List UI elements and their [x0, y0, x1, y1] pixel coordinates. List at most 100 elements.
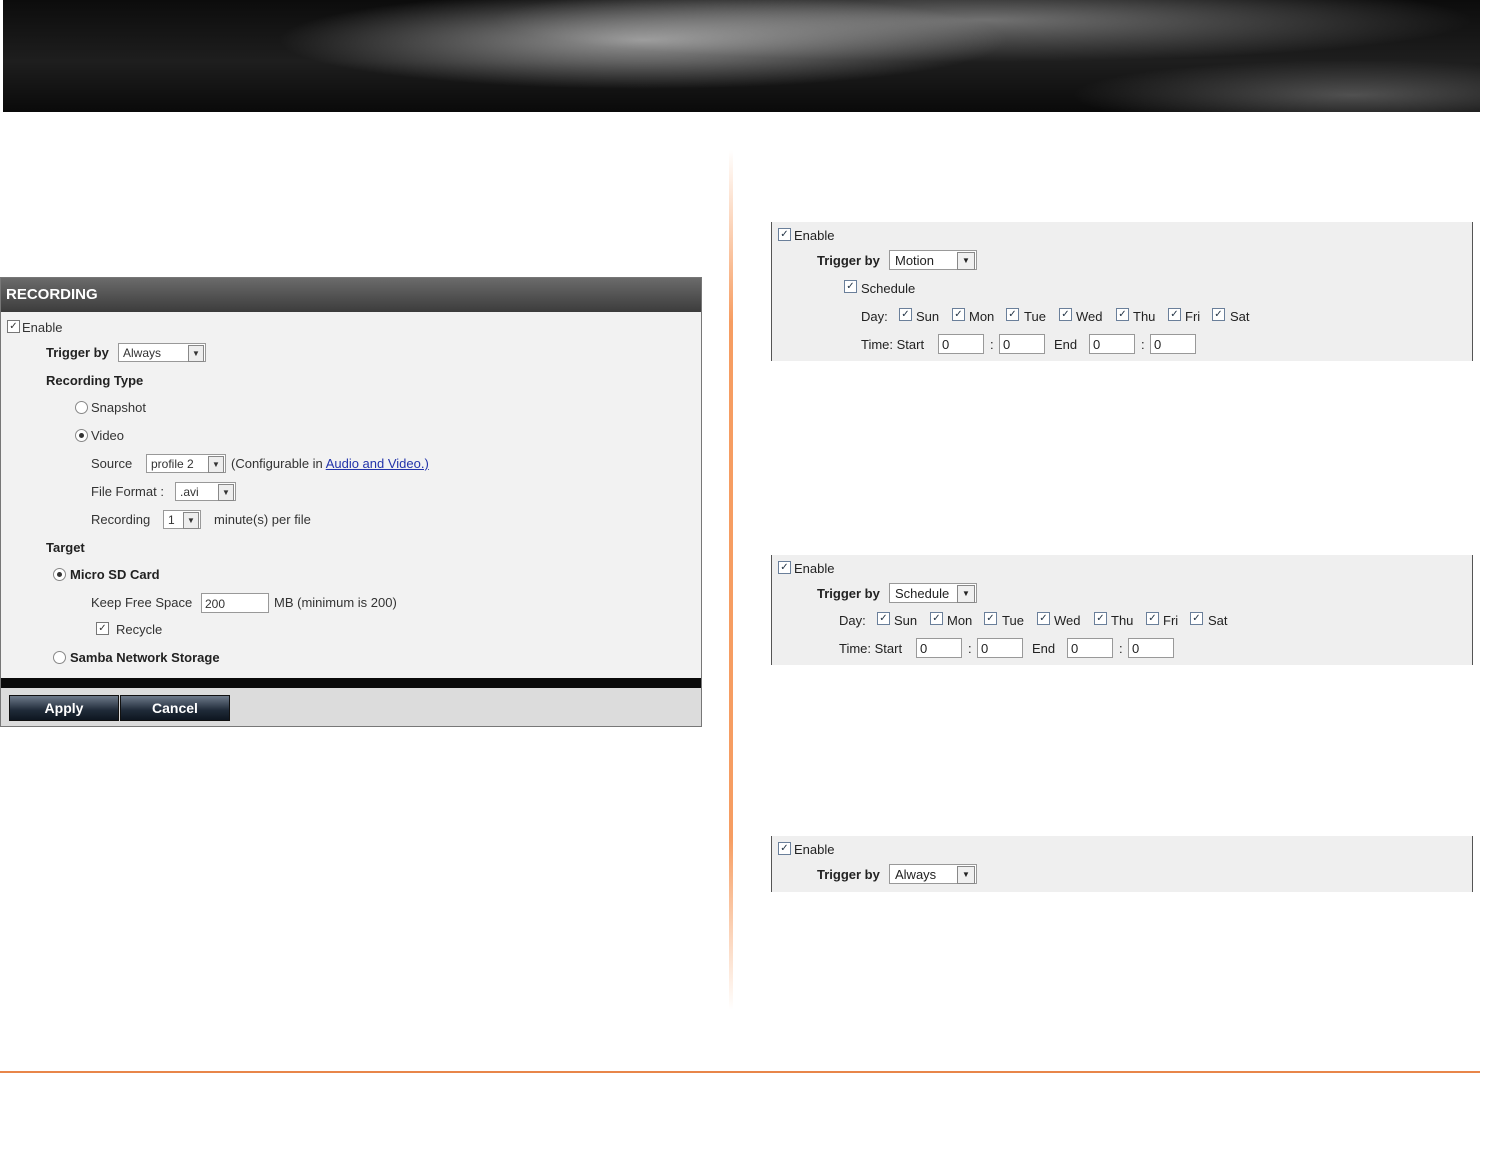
- check-icon: ✓: [1214, 309, 1223, 320]
- apply-button[interactable]: Apply: [9, 695, 119, 721]
- trigger-select[interactable]: Schedule ▼: [889, 583, 977, 603]
- end-minute-input[interactable]: 0: [1150, 334, 1196, 354]
- day-checkbox-sat[interactable]: ✓: [1190, 612, 1203, 625]
- trigger-select[interactable]: Always ▼: [118, 343, 206, 362]
- day-label: Day:: [861, 309, 888, 324]
- time-start-label: Time: Start: [839, 641, 903, 656]
- check-icon: ✓: [932, 613, 941, 624]
- trigger-label: Trigger by: [817, 586, 880, 601]
- file-format-select[interactable]: .avi ▼: [175, 482, 236, 501]
- chevron-down-icon: ▼: [218, 484, 234, 501]
- micro-sd-radio[interactable]: [53, 568, 66, 581]
- end-minute-input[interactable]: 0: [1128, 638, 1174, 658]
- day-label-sat: Sat: [1230, 309, 1250, 324]
- time-colon: :: [1119, 641, 1123, 656]
- trigger-label: Trigger by: [817, 867, 880, 882]
- recording-title: RECORDING: [1, 278, 701, 312]
- day-checkbox-sat[interactable]: ✓: [1212, 308, 1225, 321]
- check-icon: ✓: [1170, 309, 1179, 320]
- schedule-checkbox[interactable]: ✓: [844, 280, 857, 293]
- check-icon: ✓: [986, 613, 995, 624]
- time-start-label: Time: Start: [861, 337, 925, 352]
- motion-trigger-panel: ✓ Enable Trigger by Motion ▼ ✓ Schedule …: [771, 222, 1473, 361]
- end-hour-input[interactable]: 0: [1089, 334, 1135, 354]
- day-checkbox-sun[interactable]: ✓: [877, 612, 890, 625]
- recording-footer: Apply Cancel: [1, 688, 701, 726]
- check-icon: ✓: [98, 623, 107, 634]
- enable-label: Enable: [794, 561, 835, 576]
- enable-label: Enable: [794, 228, 835, 243]
- day-checkbox-wed[interactable]: ✓: [1059, 308, 1072, 321]
- day-label-thu: Thu: [1133, 309, 1156, 324]
- check-icon: ✓: [780, 843, 789, 854]
- start-minute-input[interactable]: 0: [977, 638, 1023, 658]
- samba-label: Samba Network Storage: [70, 650, 220, 665]
- check-icon: ✓: [780, 229, 789, 240]
- day-checkbox-sun[interactable]: ✓: [899, 308, 912, 321]
- start-hour-input[interactable]: 0: [916, 638, 962, 658]
- recording-body: ✓ Enable Trigger by Always ▼ Recording T…: [1, 312, 701, 678]
- check-icon: ✓: [954, 309, 963, 320]
- day-label-wed: Wed: [1076, 309, 1103, 324]
- end-hour-input[interactable]: 0: [1067, 638, 1113, 658]
- enable-label: Enable: [22, 320, 63, 335]
- time-colon: :: [990, 337, 994, 352]
- recording-panel: RECORDING ✓ Enable Trigger by Always ▼ R…: [0, 277, 702, 727]
- day-checkbox-thu[interactable]: ✓: [1116, 308, 1129, 321]
- day-label-mon: Mon: [947, 613, 973, 628]
- day-checkbox-fri[interactable]: ✓: [1168, 308, 1181, 321]
- day-label-wed: Wed: [1054, 613, 1081, 628]
- check-icon: ✓: [879, 613, 888, 624]
- day-label-sat: Sat: [1208, 613, 1228, 628]
- enable-checkbox[interactable]: ✓: [778, 561, 791, 574]
- check-icon: ✓: [1192, 613, 1201, 624]
- keep-free-suffix: MB (minimum is 200): [274, 595, 397, 610]
- check-icon: ✓: [901, 309, 910, 320]
- file-format-value: .avi: [180, 485, 199, 499]
- vertical-divider: [729, 150, 733, 1010]
- day-checkbox-fri[interactable]: ✓: [1146, 612, 1159, 625]
- enable-checkbox[interactable]: ✓: [778, 842, 791, 855]
- snapshot-radio[interactable]: [75, 401, 88, 414]
- keep-free-input[interactable]: 200: [201, 593, 269, 613]
- day-label-tue: Tue: [1024, 309, 1046, 324]
- target-label: Target: [46, 540, 85, 555]
- source-select[interactable]: profile 2 ▼: [146, 454, 226, 473]
- footer-rule: [0, 1071, 1480, 1073]
- cancel-button[interactable]: Cancel: [120, 695, 230, 721]
- recording-footer-bar: [1, 678, 701, 688]
- start-minute-input[interactable]: 0: [999, 334, 1045, 354]
- day-label-tue: Tue: [1002, 613, 1024, 628]
- day-checkbox-mon[interactable]: ✓: [930, 612, 943, 625]
- file-format-label: File Format :: [91, 484, 164, 499]
- video-radio[interactable]: [75, 429, 88, 442]
- day-checkbox-mon[interactable]: ✓: [952, 308, 965, 321]
- trigger-select[interactable]: Motion ▼: [889, 250, 977, 270]
- schedule-label: Schedule: [861, 281, 916, 296]
- check-icon: ✓: [1039, 613, 1048, 624]
- day-label: Day:: [839, 613, 866, 628]
- keep-free-label: Keep Free Space: [91, 595, 193, 610]
- audio-video-link[interactable]: Audio and Video.): [326, 456, 429, 471]
- recording-duration-select[interactable]: 1 ▼: [163, 510, 201, 529]
- day-checkbox-thu[interactable]: ✓: [1094, 612, 1107, 625]
- recording-duration-suffix: minute(s) per file: [214, 512, 311, 527]
- recycle-checkbox[interactable]: ✓: [96, 622, 109, 635]
- trigger-select[interactable]: Always ▼: [889, 864, 977, 884]
- recording-duration-label: Recording: [91, 512, 151, 527]
- day-label-sun: Sun: [894, 613, 918, 628]
- header-banner: [3, 0, 1480, 112]
- chevron-down-icon: ▼: [957, 585, 975, 603]
- day-checkbox-tue[interactable]: ✓: [984, 612, 997, 625]
- samba-radio[interactable]: [53, 651, 66, 664]
- day-checkbox-wed[interactable]: ✓: [1037, 612, 1050, 625]
- enable-checkbox[interactable]: ✓: [778, 228, 791, 241]
- start-hour-input[interactable]: 0: [938, 334, 984, 354]
- day-label-sun: Sun: [916, 309, 940, 324]
- day-checkbox-tue[interactable]: ✓: [1006, 308, 1019, 321]
- enable-checkbox[interactable]: ✓: [7, 320, 20, 333]
- check-icon: ✓: [1096, 613, 1105, 624]
- time-colon: :: [1141, 337, 1145, 352]
- check-icon: ✓: [780, 562, 789, 573]
- chevron-down-icon: ▼: [188, 345, 204, 362]
